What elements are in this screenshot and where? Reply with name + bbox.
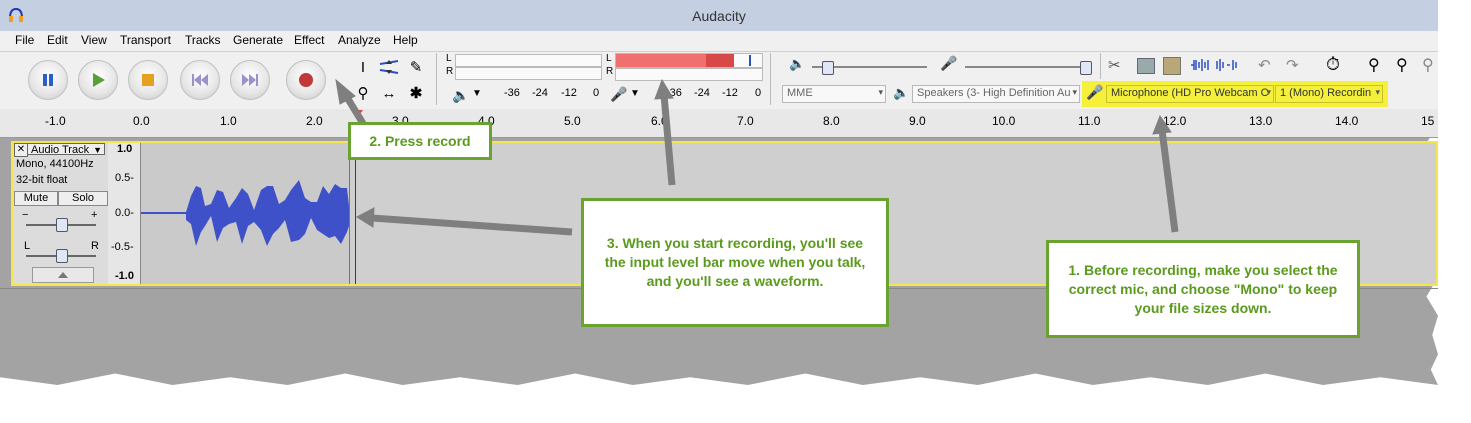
- callout-select-mic: 1. Before recording, make you select the…: [1046, 240, 1360, 338]
- callout-input-level: 3. When you start recording, you'll see …: [581, 198, 889, 327]
- callout-press-record: 2. Press record: [348, 122, 492, 160]
